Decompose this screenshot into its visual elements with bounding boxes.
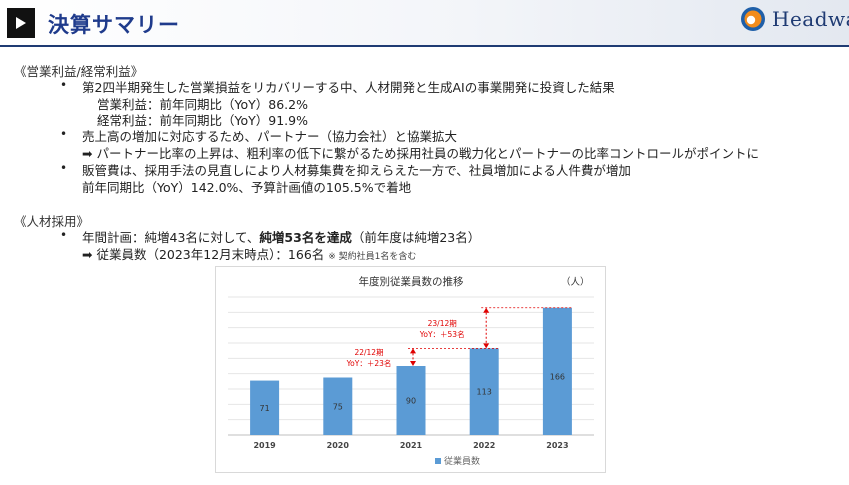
bar-value-label: 166 [550, 373, 565, 382]
x-tick-label: 2023 [546, 441, 568, 450]
x-tick-label: 2020 [327, 441, 350, 450]
logo-text: Headwa [772, 7, 849, 31]
bar-2023 [542, 307, 572, 435]
headcount-chart: 年度別従業員数の推移 （人） 71 2019 75 2020 90 2021 113 2022 16… [215, 266, 606, 473]
bullet-subline: 前年同期比（YoY）142.0%、予算計画値の105.5%で着地 [82, 180, 412, 195]
legend-swatch [435, 457, 441, 464]
bar-value-label: 71 [260, 404, 270, 413]
headcount-text: ➡ 従業員数（2023年12月末時点）：166名 [82, 247, 325, 262]
bullet-dot: • [60, 127, 68, 141]
bar-value-label: 113 [477, 388, 492, 397]
annotation-arrow-head [410, 361, 416, 366]
headcount-note: ※ 契約社員1名を含む [328, 252, 417, 262]
x-tick-label: 2022 [473, 441, 495, 450]
bullet-dot: • [60, 228, 68, 242]
company-logo: Headwa [740, 6, 849, 32]
chart-unit: （人） [561, 276, 590, 288]
chart-title: 年度別従業員数の推移 [359, 275, 464, 288]
bullet-dot: • [60, 161, 68, 175]
annotation-yoy-label: YoY：＋23名 [346, 358, 392, 368]
annotation-arrow-head [410, 348, 416, 354]
annotation-period-label: 23/12期 [428, 319, 457, 328]
chart-canvas: 年度別従業員数の推移 （人） 71 2019 75 2020 90 2021 113 2022 16… [228, 275, 594, 450]
play-icon [7, 8, 35, 38]
annotation-yoy-label: YoY：＋53名 [419, 329, 465, 339]
hiring-plan-text: 年間計画：純増43名に対して、 [82, 230, 260, 245]
hiring-prev-year-text: （前年度は純増23名） [351, 230, 481, 245]
annotation-arrow-head [483, 307, 490, 313]
hiring-result-text: 純増53名を達成 [259, 230, 352, 245]
page-title: 決算サマリー [48, 13, 180, 37]
annotation-period-label: 22/12期 [354, 348, 383, 357]
section-heading-hiring: 《人材採用》 [14, 214, 90, 229]
x-tick-label: 2021 [400, 441, 423, 450]
headcount-line: ➡ 従業員数（2023年12月末時点）：166名 ※ 契約社員1名を含む [82, 244, 416, 263]
legend-label: 従業員数 [444, 457, 481, 467]
bar-value-label: 75 [333, 402, 343, 411]
annotation-arrow-head [483, 343, 490, 349]
x-tick-label: 2019 [253, 441, 276, 450]
bar-value-label: 90 [406, 397, 416, 406]
logo-mark-icon [741, 7, 765, 31]
bullet-dot: • [60, 78, 68, 92]
chart-legend: 従業員数 [435, 454, 480, 467]
header-divider [0, 45, 849, 47]
